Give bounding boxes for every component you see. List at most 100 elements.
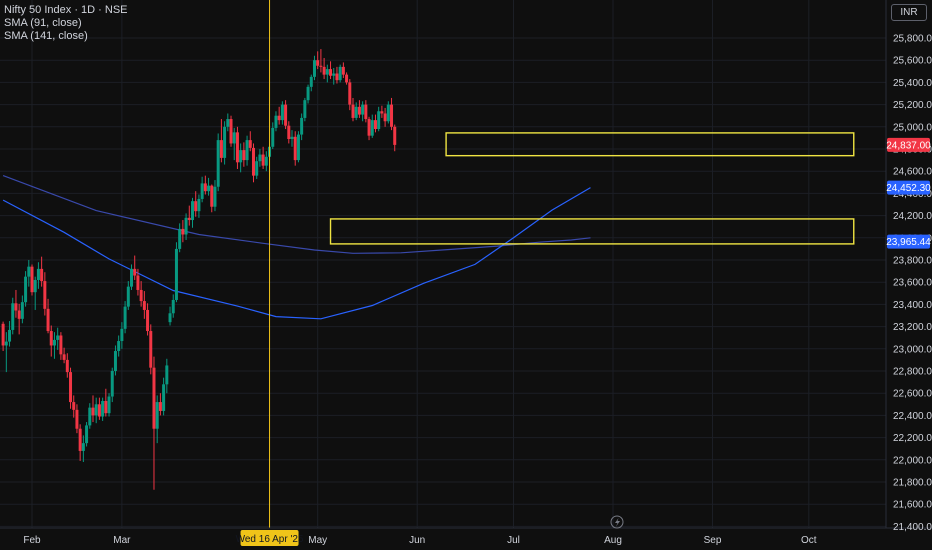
candle-body — [46, 308, 50, 332]
candle-body — [14, 303, 18, 311]
candle-body — [210, 185, 214, 207]
candle-body — [329, 69, 333, 76]
candle-body — [139, 289, 143, 302]
candle-body — [136, 275, 140, 290]
y-tick-label: 23,000.00 — [893, 344, 932, 355]
candle-body — [393, 126, 397, 145]
currency-button[interactable]: INR — [891, 4, 927, 21]
candle-body — [130, 268, 134, 287]
candle-body — [300, 117, 304, 135]
sma-91-label[interactable]: SMA (91, close) — [4, 17, 128, 30]
candle-body — [296, 134, 300, 161]
candle-body — [52, 339, 56, 346]
candle-body — [88, 407, 92, 426]
candle-body — [213, 186, 217, 207]
candle-body — [258, 154, 262, 162]
candle-body — [72, 402, 76, 410]
candle-body — [312, 60, 316, 77]
candle-body — [78, 428, 82, 451]
price-axis: 25,800.00 25,600.00 25,400.00 25,200.00 25,0… — [893, 34, 932, 533]
y-tick-label: 25,200.00 — [893, 100, 932, 111]
candle-body — [245, 140, 249, 161]
y-tick-label: 21,800.00 — [893, 478, 932, 489]
candle-body — [242, 150, 246, 161]
y-tick-label: 22,600.00 — [893, 389, 932, 400]
candle-body — [94, 404, 98, 416]
candle-body — [309, 76, 313, 87]
candle-body — [306, 86, 310, 101]
candle-body — [75, 409, 79, 429]
price-tag-text: 24,837.00 — [886, 140, 931, 151]
candle-body — [255, 161, 259, 176]
x-tick-label: Jun — [409, 535, 425, 546]
candle-body — [216, 140, 220, 187]
candle-body — [65, 359, 69, 373]
candle-body — [390, 104, 394, 127]
y-tick-label: 23,200.00 — [893, 322, 932, 333]
candle-body — [178, 228, 182, 249]
candle-body — [56, 335, 60, 340]
y-tick-label: 23,400.00 — [893, 300, 932, 311]
candle-body — [351, 104, 355, 118]
candle-body — [126, 286, 130, 307]
candle-body — [165, 365, 169, 385]
candle-body — [181, 228, 185, 235]
candle-body — [264, 156, 268, 166]
candle-body — [27, 266, 31, 277]
candle-body — [85, 425, 89, 444]
y-tick-label: 25,000.00 — [893, 122, 932, 133]
candle-body — [203, 183, 207, 192]
candle-body — [187, 217, 191, 221]
candle-body — [341, 66, 345, 75]
candle-body — [367, 119, 371, 136]
candle-body — [81, 443, 85, 451]
price-chart[interactable]: 25,800.00 25,600.00 25,400.00 25,200.00 25,0… — [0, 0, 932, 550]
candle-body — [226, 119, 230, 127]
candle-body — [261, 154, 265, 166]
candle-body — [287, 125, 291, 140]
candle-body — [361, 104, 365, 115]
symbol-title[interactable]: Nifty 50 Index · 1D · NSE — [4, 4, 128, 17]
candle-body — [290, 136, 294, 140]
candle-body — [332, 73, 336, 76]
x-tick-label: Sep — [704, 535, 722, 546]
candle-body — [325, 69, 329, 75]
candle-body — [149, 331, 153, 368]
candle-body — [322, 66, 326, 75]
y-tick-label: 21,400.00 — [893, 522, 932, 533]
candle-body — [152, 367, 156, 429]
candle-body — [345, 74, 349, 83]
price-tag-text: 23,965.44 — [886, 237, 931, 248]
candle-body — [69, 372, 73, 403]
candle-body — [43, 281, 47, 309]
y-tick-label: 25,600.00 — [893, 56, 932, 67]
candle-body — [117, 341, 121, 352]
candle-body — [107, 396, 111, 414]
candle-body — [377, 111, 381, 130]
candle-body — [274, 115, 278, 128]
candle-body — [155, 402, 159, 429]
candle-body — [11, 303, 15, 330]
candle-body — [373, 120, 377, 130]
candle-body — [386, 104, 390, 122]
candle-body — [101, 400, 105, 417]
x-tick-label: Oct — [801, 535, 817, 546]
candle-body — [232, 132, 236, 144]
candle-body — [200, 183, 204, 199]
candle-body — [113, 351, 117, 371]
candle-body — [223, 126, 227, 158]
candle-body — [219, 140, 223, 158]
x-tick-label: Jul — [507, 535, 520, 546]
x-tick-label: Mar — [113, 535, 131, 546]
candle-body — [171, 299, 175, 314]
candle-body — [49, 331, 53, 346]
candle-body — [357, 106, 361, 115]
candle-body — [364, 104, 368, 120]
sma-141-label[interactable]: SMA (141, close) — [4, 30, 128, 43]
y-tick-label: 22,400.00 — [893, 411, 932, 422]
y-tick-label: 22,800.00 — [893, 367, 932, 378]
candle-body — [284, 104, 288, 126]
candle-body — [338, 66, 342, 81]
candle-body — [280, 104, 284, 121]
candle-body — [36, 268, 40, 280]
